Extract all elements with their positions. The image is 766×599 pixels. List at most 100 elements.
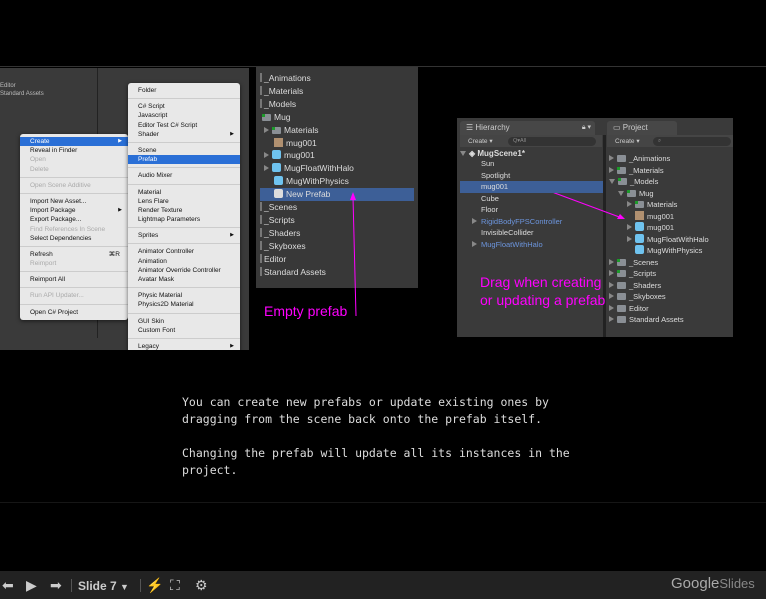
menu-item-audio-mixer[interactable]: Audio Mixer	[128, 171, 240, 180]
project-item[interactable]: _Skyboxes	[609, 291, 666, 303]
project-item[interactable]: _Models	[609, 176, 658, 188]
menu-item-label: Reimport All	[30, 276, 66, 284]
menu-item-label: GUI Skin	[138, 317, 165, 325]
menu-item-animator-controller[interactable]: Animator Controller	[128, 247, 240, 256]
collapse-arrow-icon[interactable]	[618, 190, 624, 196]
project-item[interactable]: mug001	[627, 210, 674, 223]
project-item[interactable]: Standard Assets	[609, 314, 684, 326]
menu-item-physics2d-material[interactable]: Physics2D Material	[128, 300, 240, 309]
project-item[interactable]: _Materials	[260, 85, 303, 98]
expand-arrow-icon[interactable]	[627, 235, 632, 242]
previous-icon[interactable]: ⬅	[2, 577, 14, 593]
expand-arrow-icon[interactable]	[609, 258, 614, 265]
project-item[interactable]: mug001	[260, 137, 317, 150]
next-icon[interactable]: ➡	[50, 577, 62, 593]
menu-item-import-new-asset[interactable]: Import New Asset...	[20, 197, 128, 206]
menu-item-export-package[interactable]: Export Package...	[20, 215, 128, 224]
expand-arrow-icon[interactable]	[609, 304, 614, 311]
menu-item-editor-test-c-script[interactable]: Editor Test C# Script	[128, 121, 240, 130]
project-item[interactable]: MugFloatWithHalo	[627, 233, 709, 246]
menu-item-gui-skin[interactable]: GUI Skin	[128, 317, 240, 326]
menu-item-sprites[interactable]: Sprites ▶	[128, 231, 240, 240]
project-item[interactable]: _Materials	[609, 165, 664, 177]
menu-item-c-script[interactable]: C# Script	[128, 102, 240, 111]
folder-icon	[262, 113, 271, 121]
project-item[interactable]: MugFloatWithHalo	[260, 162, 354, 175]
project-item[interactable]: Mug	[260, 111, 291, 124]
menu-item-label: Folder	[138, 87, 157, 94]
collapse-arrow-icon[interactable]	[609, 179, 615, 184]
hierarchy-item[interactable]: Spotlight	[460, 170, 603, 182]
hierarchy-item[interactable]: RigidBodyFPSController	[460, 216, 603, 228]
expand-arrow-icon[interactable]	[264, 165, 269, 172]
menu-item-folder[interactable]: Folder	[128, 86, 240, 95]
gear-icon[interactable]: ⚙	[195, 577, 208, 593]
project-item[interactable]: _Animations	[260, 72, 311, 85]
project-item[interactable]: mug001	[260, 149, 315, 162]
slide-selector[interactable]: Slide 7 ▼	[78, 578, 129, 595]
hierarchy-item[interactable]: Sun	[460, 158, 603, 170]
menu-item-material[interactable]: Material	[128, 188, 240, 197]
hierarchy-item[interactable]: InvisibleCollider	[460, 227, 603, 239]
submenu-arrow-icon: ▶	[118, 207, 122, 214]
folder-icon	[617, 304, 626, 312]
menu-item-reimport-all[interactable]: Reimport All	[20, 275, 128, 284]
laser-pointer-icon[interactable]: ⚡	[146, 577, 163, 593]
google-slides-logo[interactable]: GoogleSlides	[671, 576, 755, 592]
project-item[interactable]: Mug	[618, 188, 654, 200]
menu-item-import-package[interactable]: Import Package ▶	[20, 206, 128, 215]
project-item[interactable]: Materials	[260, 124, 318, 137]
project-item[interactable]: _Animations	[609, 153, 670, 165]
expand-arrow-icon[interactable]	[460, 151, 466, 156]
menu-item-physic-material[interactable]: Physic Material	[128, 291, 240, 300]
project-item[interactable]: _Scripts	[609, 268, 656, 280]
project-item[interactable]: Editor	[609, 303, 649, 315]
hierarchy-item[interactable]: MugFloatWithHalo	[460, 239, 603, 251]
expand-arrow-icon[interactable]	[627, 201, 632, 207]
menu-item-refresh[interactable]: Refresh ⌘R	[20, 250, 128, 259]
expand-arrow-icon[interactable]	[264, 152, 269, 159]
menu-item-select-dependencies[interactable]: Select Dependencies	[20, 234, 128, 243]
project-item[interactable]: _Models	[260, 98, 296, 111]
expand-arrow-icon[interactable]	[264, 126, 269, 133]
menu-item-render-texture[interactable]: Render Texture	[128, 206, 240, 215]
fullscreen-icon[interactable]: ⛶	[170, 577, 180, 593]
menu-item-reveal-in-finder[interactable]: Reveal in Finder	[20, 146, 128, 155]
menu-item-legacy[interactable]: Legacy ▶	[128, 342, 240, 350]
menu-item-create[interactable]: Create ▶	[20, 137, 128, 147]
menu-item-scene[interactable]: Scene	[128, 146, 240, 155]
project-item[interactable]: Materials	[627, 199, 677, 211]
menu-item-animation[interactable]: Animation	[128, 257, 240, 266]
project-item[interactable]: MugWithPhysics	[627, 245, 702, 257]
menu-item-label: Reimport	[30, 260, 57, 268]
menu-item-open-c-project[interactable]: Open C# Project	[20, 308, 128, 317]
expand-arrow-icon[interactable]	[609, 316, 614, 322]
menu-item-lightmap-parameters[interactable]: Lightmap Parameters	[128, 215, 240, 224]
expand-arrow-icon[interactable]	[609, 270, 614, 276]
expand-arrow-icon[interactable]	[609, 155, 614, 161]
menu-item-prefab[interactable]: Prefab	[128, 155, 240, 165]
menu-item-lens-flare[interactable]: Lens Flare	[128, 197, 240, 206]
menu-item-avatar-mask[interactable]: Avatar Mask	[128, 275, 240, 284]
expand-arrow-icon[interactable]	[609, 281, 614, 288]
hierarchy-item[interactable]: Floor	[460, 204, 603, 216]
folder-icon	[260, 85, 262, 95]
expand-arrow-icon[interactable]	[627, 224, 632, 230]
expand-arrow-icon[interactable]	[609, 166, 614, 173]
project-item[interactable]: _Shaders	[609, 280, 661, 292]
menu-item-shader[interactable]: Shader ▶	[128, 130, 240, 139]
menu-item-javascript[interactable]: Javascript	[128, 111, 240, 120]
menu-item-animator-override-controller[interactable]: Animator Override Controller	[128, 266, 240, 275]
expand-arrow-icon[interactable]	[472, 217, 477, 224]
item-label: MugFloatWithHalo	[284, 163, 354, 174]
menu-item-label: Run API Updater...	[30, 292, 84, 300]
expand-arrow-icon[interactable]	[472, 240, 477, 247]
expand-arrow-icon[interactable]	[609, 293, 614, 299]
menu-item-custom-font[interactable]: Custom Font	[128, 326, 240, 335]
project-item[interactable]: _Scenes	[609, 257, 658, 269]
hierarchy-item[interactable]: mug001	[460, 181, 603, 193]
hierarchy-item[interactable]: Cube	[460, 193, 603, 205]
project-item[interactable]: mug001	[627, 222, 674, 234]
menu-item-label: Legacy	[138, 342, 159, 350]
play-icon[interactable]: ▶	[26, 577, 37, 593]
